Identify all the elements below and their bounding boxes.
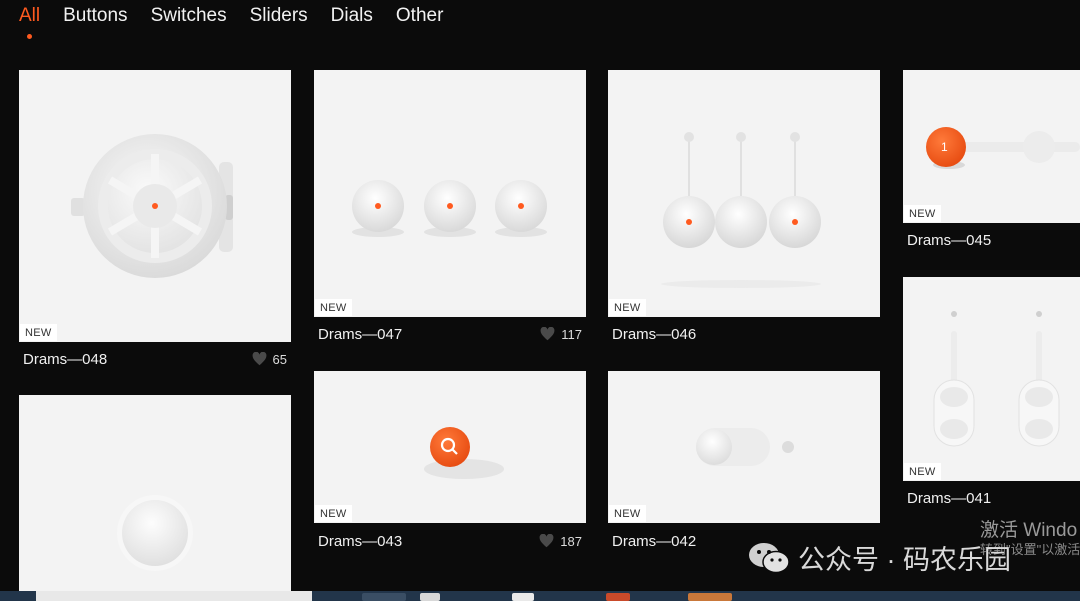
card-thumbnail[interactable]: NEW — [608, 371, 880, 523]
tab-all[interactable]: All — [19, 5, 40, 39]
taskbar-search[interactable] — [36, 591, 312, 601]
heart-icon — [539, 534, 554, 548]
tab-sliders[interactable]: Sliders — [250, 5, 308, 27]
card-drams-046[interactable]: NEW Drams—046 — [608, 70, 880, 346]
round-button-illustration — [117, 495, 193, 571]
browser-icon[interactable] — [362, 593, 406, 601]
card-thumbnail[interactable]: NEW — [608, 70, 880, 317]
card-title[interactable]: Drams—041 — [903, 490, 991, 507]
toggle-illustration — [696, 428, 794, 466]
tab-other[interactable]: Other — [396, 5, 444, 27]
wechat-icon — [749, 542, 790, 573]
card-thumbnail[interactable]: NEW — [314, 371, 586, 523]
vertical-switch-illustration — [933, 311, 1060, 447]
card-title[interactable]: Drams—045 — [903, 232, 991, 249]
like-counter[interactable]: 65 — [252, 352, 291, 367]
app-icon[interactable] — [688, 593, 732, 601]
card-thumbnail[interactable]: 1 NEW — [903, 70, 1080, 223]
card-drams-043[interactable]: NEW Drams—043 187 — [314, 371, 586, 553]
card-title[interactable]: Drams—047 — [314, 326, 402, 343]
app-icon[interactable] — [512, 593, 534, 601]
card-drams-048[interactable]: NEW Drams—048 65 — [19, 70, 291, 372]
card-thumbnail[interactable] — [19, 395, 291, 591]
card-title[interactable]: Drams—042 — [608, 533, 696, 550]
new-badge: NEW — [609, 299, 646, 316]
card-thumbnail[interactable]: NEW — [19, 70, 291, 342]
app-icon[interactable] — [420, 593, 440, 601]
like-counter[interactable]: 117 — [540, 327, 586, 342]
card-thumbnail[interactable]: NEW — [903, 277, 1080, 481]
app-icon[interactable] — [606, 593, 630, 601]
tab-dials[interactable]: Dials — [331, 5, 373, 27]
category-nav: All Buttons Switches Sliders Dials Other — [19, 5, 466, 39]
new-badge: NEW — [315, 505, 352, 522]
tab-buttons[interactable]: Buttons — [63, 5, 127, 27]
card-thumbnail[interactable]: NEW — [314, 70, 586, 317]
dial-illustration — [71, 134, 233, 278]
card-drams-042[interactable]: NEW Drams—042 — [608, 371, 880, 553]
slider-illustration — [926, 127, 1080, 169]
card-drams-045[interactable]: 1 NEW Drams—045 — [903, 70, 1080, 252]
slider-knob-label: 1 — [941, 140, 948, 154]
card-button-preview[interactable] — [19, 395, 291, 591]
card-title[interactable]: Drams—043 — [314, 533, 402, 550]
new-badge: NEW — [904, 205, 941, 222]
card-drams-047[interactable]: NEW Drams—047 117 — [314, 70, 586, 346]
heart-icon — [252, 352, 266, 366]
heart-icon — [540, 327, 555, 341]
card-title[interactable]: Drams—048 — [19, 351, 107, 368]
card-title[interactable]: Drams—046 — [608, 326, 696, 343]
watermark-text: 公众号 · 码农乐园 — [798, 545, 1011, 575]
new-badge: NEW — [20, 324, 57, 341]
wechat-watermark: 公众号 · 码农乐园 — [748, 538, 1011, 577]
new-badge: NEW — [904, 463, 941, 480]
like-count: 187 — [560, 533, 582, 549]
card-drams-041[interactable]: NEW Drams—041 — [903, 277, 1080, 509]
like-count: 117 — [561, 326, 582, 342]
balls-illustration — [352, 180, 547, 237]
search-button-illustration — [424, 427, 504, 479]
new-badge: NEW — [609, 505, 646, 522]
like-counter[interactable]: 187 — [539, 534, 586, 549]
pendulum-illustration — [661, 132, 821, 288]
new-badge: NEW — [315, 299, 352, 316]
like-count: 65 — [272, 351, 287, 367]
tab-switches[interactable]: Switches — [151, 5, 227, 27]
